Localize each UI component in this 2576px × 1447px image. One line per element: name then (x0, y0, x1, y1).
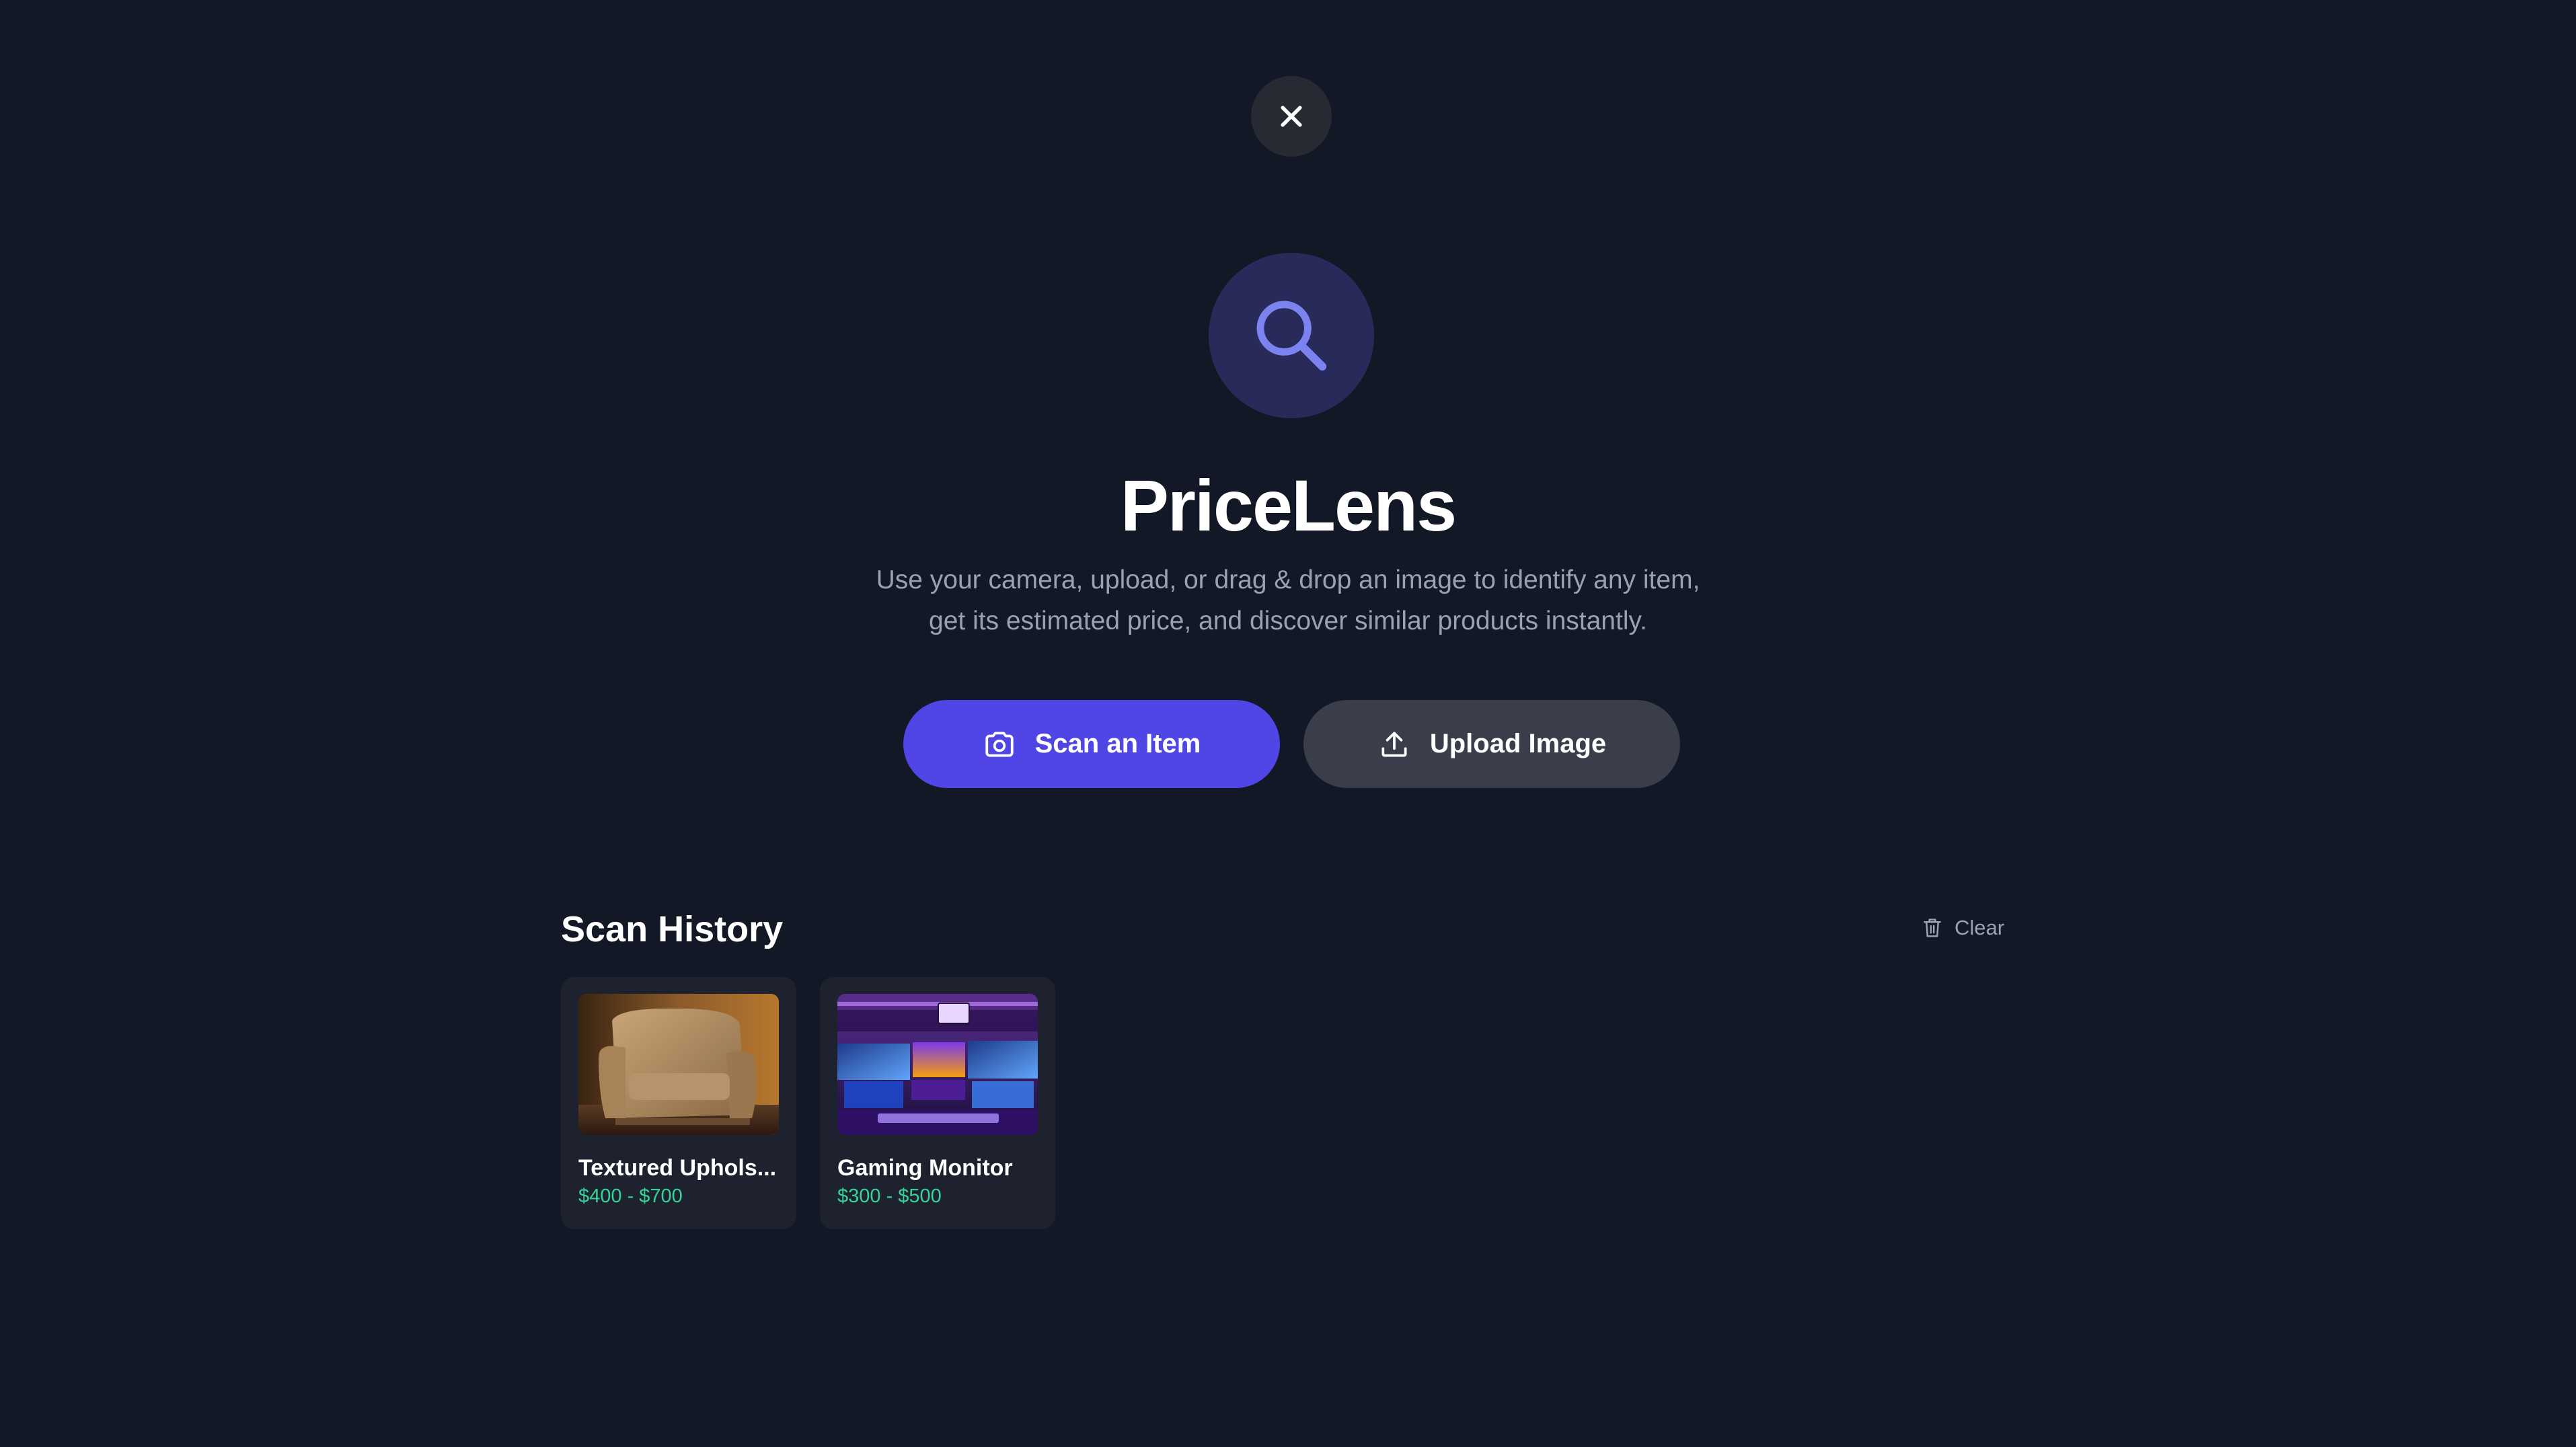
page-title: PriceLens (1120, 465, 1457, 546)
upload-image-label: Upload Image (1429, 729, 1607, 758)
trash-icon (1924, 918, 1941, 937)
armchair-image (578, 994, 779, 1135)
history-thumbnail-monitor (837, 994, 1038, 1135)
history-card[interactable]: Textured Uphols... $400 - $700 (561, 977, 796, 1229)
gaming-setup-image (837, 994, 1038, 1135)
close-icon (1281, 106, 1302, 127)
clear-history-button[interactable]: Clear (1922, 913, 2004, 943)
scan-item-label: Scan an Item (1034, 729, 1201, 758)
subtitle-line-2: get its estimated price, and discover si… (929, 607, 1647, 635)
clear-label: Clear (1955, 916, 2005, 939)
history-item-price: $400 - $700 (578, 1185, 683, 1207)
history-item-name: Textured Uphols... (578, 1155, 777, 1181)
upload-icon (1381, 731, 1407, 757)
subtitle-line-1: Use your camera, upload, or drag & drop … (876, 565, 1700, 594)
history-card[interactable]: Gaming Monitor $300 - $500 (820, 977, 1055, 1229)
scan-history-title: Scan History (561, 909, 784, 949)
search-icon (1256, 301, 1327, 371)
close-button[interactable] (1251, 76, 1332, 157)
camera-icon (985, 731, 1014, 757)
pricelens-page: PriceLens Use your camera, upload, or dr… (0, 0, 2576, 1447)
scan-item-button[interactable]: Scan an Item (903, 700, 1280, 788)
hero-search-badge (1209, 253, 1374, 418)
history-item-price: $300 - $500 (837, 1185, 942, 1207)
page-subtitle: Use your camera, upload, or drag & drop … (817, 559, 1759, 641)
history-thumbnail-armchair (578, 994, 779, 1135)
history-item-name: Gaming Monitor (837, 1155, 1013, 1181)
upload-image-button[interactable]: Upload Image (1303, 700, 1680, 788)
